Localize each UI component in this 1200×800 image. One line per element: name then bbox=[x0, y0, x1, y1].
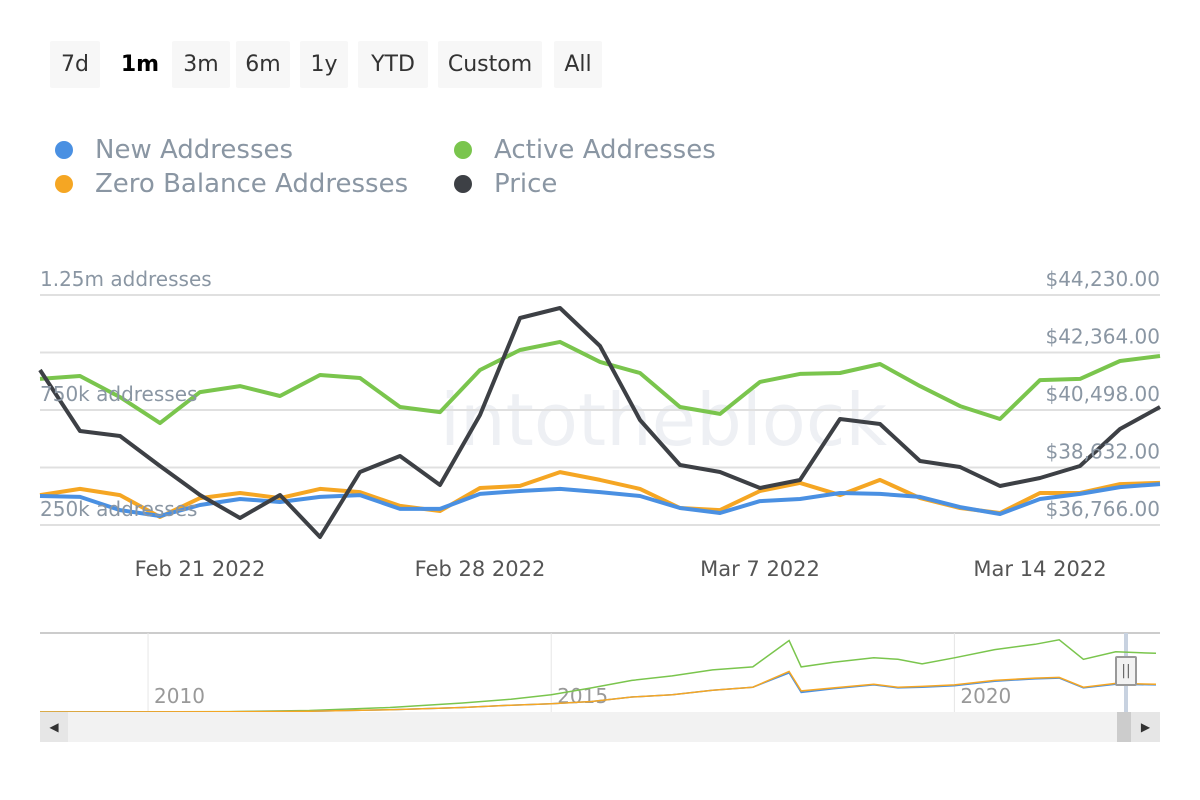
navigator-tick-label: 2010 bbox=[154, 684, 205, 708]
x-tick-label: Mar 7 2022 bbox=[700, 557, 820, 581]
x-tick-label: Mar 14 2022 bbox=[973, 557, 1106, 581]
series-line-active bbox=[39, 339, 1161, 426]
legend-dot-icon bbox=[55, 175, 73, 193]
range-button-1y[interactable]: 1y bbox=[300, 41, 348, 88]
range-button-3m[interactable]: 3m bbox=[172, 41, 230, 88]
legend-dot-icon bbox=[55, 141, 73, 159]
range-button-7d[interactable]: 7d bbox=[50, 41, 100, 88]
y-right-tick-label: $42,364.00 bbox=[1045, 325, 1160, 349]
scrollbar-thumb[interactable] bbox=[1117, 712, 1131, 742]
scroll-right-button[interactable]: ▶ bbox=[1131, 712, 1160, 742]
legend-label: Zero Balance Addresses bbox=[95, 169, 409, 199]
range-button-1m[interactable]: 1m bbox=[114, 41, 166, 88]
arrow-left-icon: ◀ bbox=[49, 720, 59, 734]
y-left-tick-label: 1.25m addresses bbox=[40, 267, 212, 291]
legend-label: New Addresses bbox=[95, 135, 294, 165]
scrollbar-track[interactable] bbox=[40, 712, 1160, 742]
watermark: intotheblock bbox=[440, 378, 887, 462]
range-button-all[interactable]: All bbox=[554, 41, 602, 88]
scroll-left-button[interactable]: ◀ bbox=[40, 712, 68, 742]
navigator-tick-label: 2015 bbox=[557, 684, 608, 708]
legend-price[interactable]: Price bbox=[454, 169, 557, 199]
y-left-tick-label: 750k addresses bbox=[40, 382, 197, 406]
navigator-line-active bbox=[39, 638, 1157, 713]
series-line-price bbox=[38, 306, 1161, 539]
y-left-tick-label: 250k addresses bbox=[40, 497, 197, 521]
series-line-zero bbox=[39, 470, 1161, 519]
range-button-ytd[interactable]: YTD bbox=[358, 41, 428, 88]
range-button-6m[interactable]: 6m bbox=[236, 41, 290, 88]
y-right-tick-label: $38,632.00 bbox=[1045, 440, 1160, 464]
legend-dot-icon bbox=[454, 175, 472, 193]
navigator-handle[interactable]: || bbox=[1115, 656, 1137, 686]
legend-zero-balance-addresses[interactable]: Zero Balance Addresses bbox=[55, 169, 408, 199]
line-chart: intotheblock $44,230.00 $42,364.00 $40,498… bbox=[38, 267, 1161, 713]
range-button-custom[interactable]: Custom bbox=[438, 41, 542, 88]
y-right-tick-label: $40,498.00 bbox=[1045, 382, 1160, 406]
navigator-tick-label: 2020 bbox=[960, 684, 1011, 708]
series-line-new bbox=[39, 482, 1161, 518]
legend-new-addresses[interactable]: New Addresses bbox=[55, 135, 293, 165]
y-right-tick-label: $44,230.00 bbox=[1045, 267, 1160, 291]
arrow-right-icon: ▶ bbox=[1140, 720, 1151, 734]
legend-active-addresses[interactable]: Active Addresses bbox=[454, 135, 716, 165]
legend-label: Price bbox=[494, 169, 558, 199]
legend-dot-icon bbox=[454, 141, 472, 159]
legend-label: Active Addresses bbox=[494, 135, 716, 165]
navigator-line-new bbox=[39, 671, 1157, 713]
x-tick-label: Feb 28 2022 bbox=[415, 557, 546, 581]
y-right-tick-label: $36,766.00 bbox=[1045, 497, 1160, 521]
navigator-line-zero bbox=[39, 670, 1157, 713]
x-tick-label: Feb 21 2022 bbox=[135, 557, 266, 581]
